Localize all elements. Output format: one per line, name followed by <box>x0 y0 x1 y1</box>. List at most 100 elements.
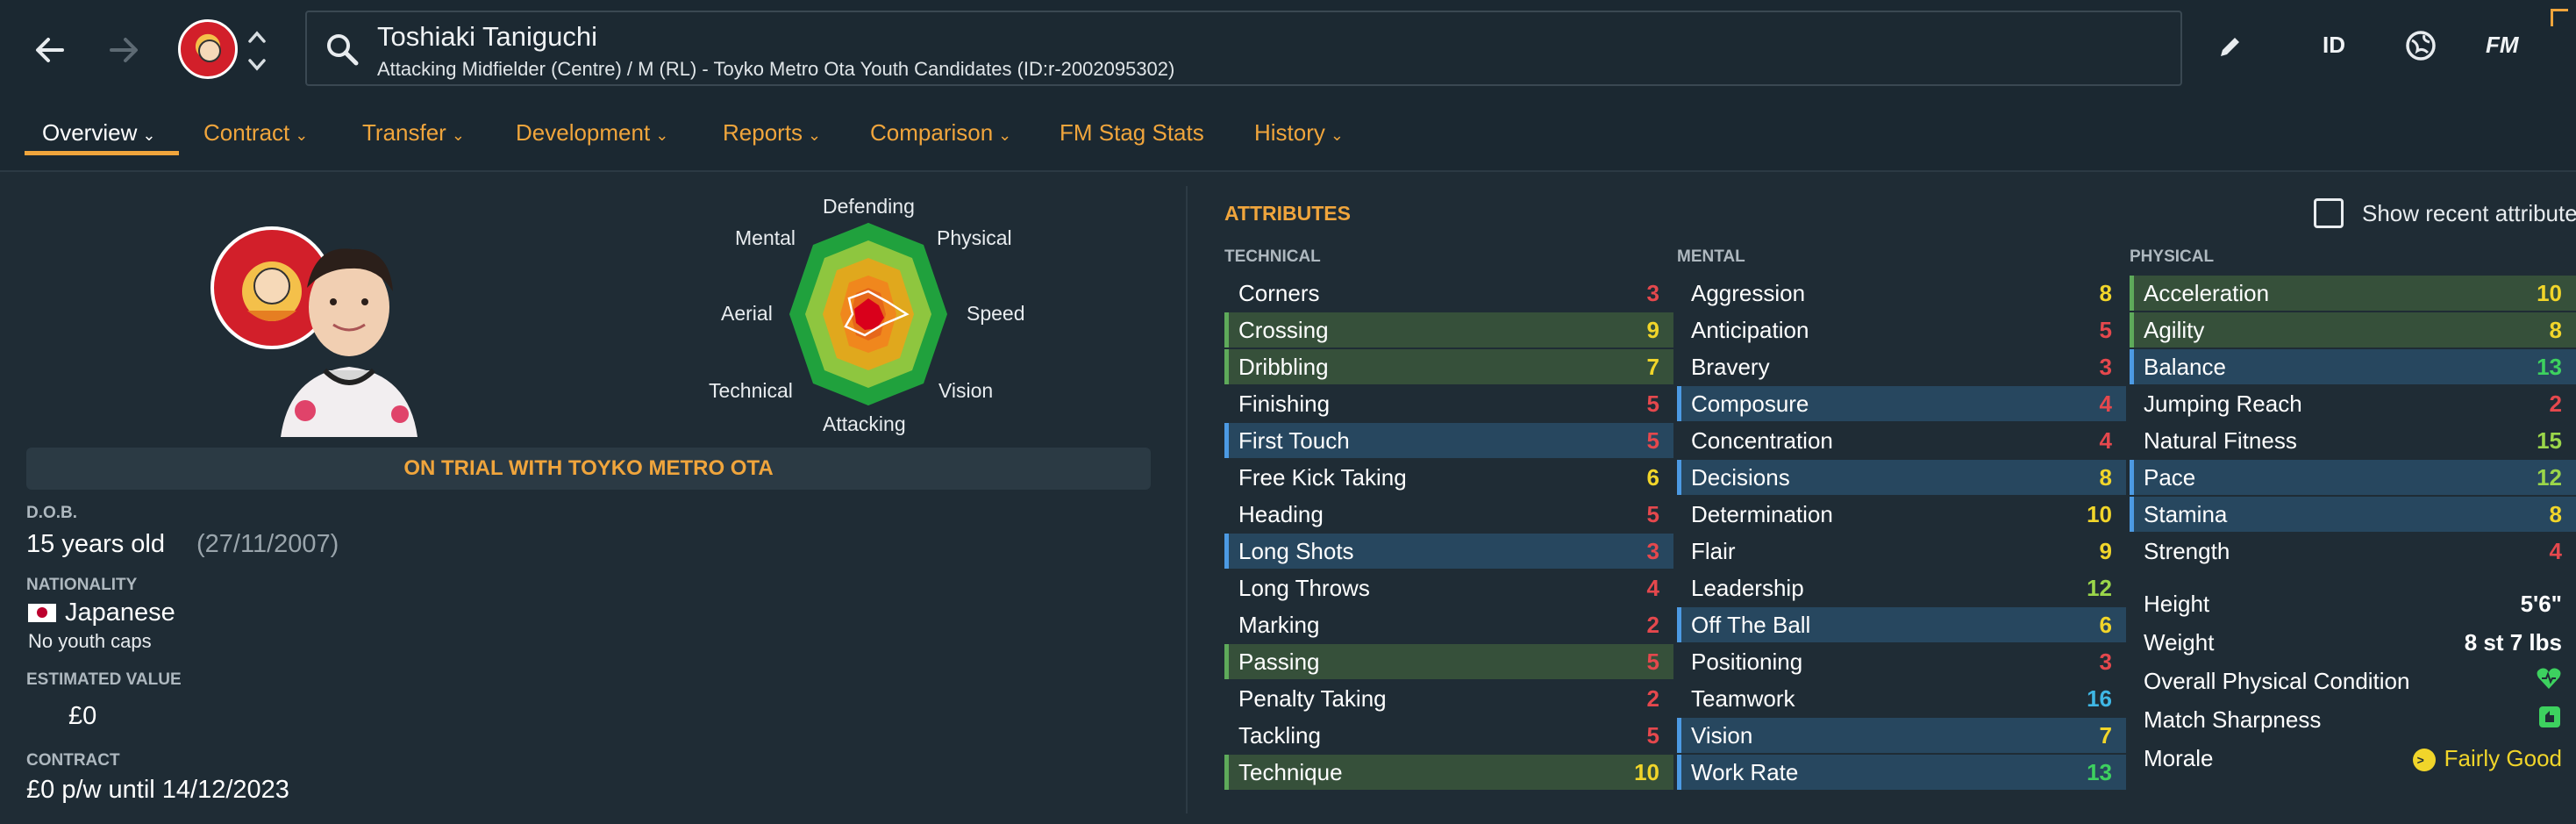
mental-attribute-row[interactable]: Vision 7 <box>1677 718 2126 753</box>
search-icon[interactable] <box>325 32 360 67</box>
mental-attribute-row[interactable]: Leadership 12 <box>1677 570 2126 605</box>
attribute-value: 16 <box>2087 684 2112 712</box>
technical-attribute-row[interactable]: Tackling 5 <box>1224 718 1673 753</box>
player-portrait <box>211 226 417 437</box>
mental-attribute-row[interactable]: Teamwork 16 <box>1677 681 2126 716</box>
attribute-value: 5 <box>1646 721 1659 749</box>
mental-attribute-row[interactable]: Positioning 3 <box>1677 644 2126 679</box>
mental-attribute-row[interactable]: Work Rate 13 <box>1677 755 2126 790</box>
tab-fm-stag-stats[interactable]: FM Stag Stats <box>1060 119 1204 147</box>
chevron-down-icon[interactable] <box>247 49 267 79</box>
physical-info-row: Height 5'6" <box>2130 586 2576 621</box>
nationality-value[interactable]: Japanese <box>65 598 175 627</box>
show-recent-attributes-label[interactable]: Show recent attributes <box>2362 200 2576 227</box>
heart-icon <box>2536 666 2562 697</box>
physical-attribute-row[interactable]: Jumping Reach 2 <box>2130 386 2576 421</box>
tab-comparison[interactable]: Comparison ⌄ <box>870 119 1011 147</box>
attribute-value: 5 <box>2099 316 2112 343</box>
attribute-value: 10 <box>1634 758 1659 785</box>
chevron-up-icon[interactable] <box>247 21 267 51</box>
physical-attribute-row[interactable]: Agility 8 <box>2130 312 2576 348</box>
physical-info-value: 5'6" <box>2520 590 2562 617</box>
technical-attribute-row[interactable]: Finishing 5 <box>1224 386 1673 421</box>
attribute-value: 5 <box>1646 426 1659 454</box>
attribute-name: Penalty Taking <box>1238 684 1387 712</box>
mental-attribute-row[interactable]: Flair 9 <box>1677 534 2126 569</box>
back-button[interactable] <box>19 19 81 81</box>
japan-flag-icon <box>28 604 56 622</box>
mental-attribute-row[interactable]: Concentration 4 <box>1677 423 2126 458</box>
attribute-name: Passing <box>1238 648 1320 675</box>
attribute-name: Decisions <box>1691 463 1790 491</box>
physical-attribute-row[interactable]: Acceleration 10 <box>2130 276 2576 311</box>
physical-header: PHYSICAL <box>2130 247 2215 266</box>
tab-development[interactable]: Development ⌄ <box>516 119 668 147</box>
attribute-value: 4 <box>2099 426 2112 454</box>
attribute-value: 4 <box>1646 574 1659 601</box>
radar-label-technical: Technical <box>709 379 793 402</box>
technical-attribute-row[interactable]: Penalty Taking 2 <box>1224 681 1673 716</box>
mental-attribute-row[interactable]: Decisions 8 <box>1677 460 2126 495</box>
id-button[interactable]: ID <box>2323 32 2345 59</box>
chevron-down-icon: ⌄ <box>808 126 822 144</box>
physical-attribute-row[interactable]: Strength 4 <box>2130 534 2576 569</box>
attribute-value: 12 <box>2087 574 2112 601</box>
attributes-title: ATTRIBUTES <box>1224 202 1351 225</box>
technical-attribute-row[interactable]: Heading 5 <box>1224 497 1673 532</box>
attribute-value: 6 <box>2099 611 2112 638</box>
radar-label-aerial: Aerial <box>721 302 773 325</box>
technical-attribute-row[interactable]: Crossing 9 <box>1224 312 1673 348</box>
globe-button[interactable] <box>2403 28 2438 68</box>
forward-button[interactable] <box>93 19 154 81</box>
attribute-value: 8 <box>2099 279 2112 306</box>
attribute-value: 2 <box>1646 611 1659 638</box>
attribute-name: Off The Ball <box>1691 611 1811 638</box>
mental-attribute-row[interactable]: Determination 10 <box>1677 497 2126 532</box>
show-recent-attributes-checkbox[interactable] <box>2314 198 2344 228</box>
fm-menu-button[interactable]: FM <box>2486 32 2519 59</box>
radar-label-physical: Physical <box>937 226 1012 249</box>
mental-attribute-row[interactable]: Off The Ball 6 <box>1677 607 2126 642</box>
technical-attribute-row[interactable]: Technique 10 <box>1224 755 1673 790</box>
mental-attribute-row[interactable]: Anticipation 5 <box>1677 312 2126 348</box>
attribute-name: Jumping Reach <box>2144 390 2302 417</box>
attribute-name: Agility <box>2144 316 2205 343</box>
technical-attribute-row[interactable]: Marking 2 <box>1224 607 1673 642</box>
tab-overview[interactable]: Overview ⌄ <box>42 119 155 147</box>
technical-attribute-row[interactable]: Passing 5 <box>1224 644 1673 679</box>
tab-reports[interactable]: Reports ⌄ <box>723 119 821 147</box>
technical-attribute-row[interactable]: Long Shots 3 <box>1224 534 1673 569</box>
technical-attribute-row[interactable]: Long Throws 4 <box>1224 570 1673 605</box>
attribute-name: Pace <box>2144 463 2196 491</box>
club-badge-icon[interactable] <box>178 19 238 79</box>
attribute-name: Leadership <box>1691 574 1804 601</box>
technical-attribute-row[interactable]: Dribbling 7 <box>1224 349 1673 384</box>
physical-info-row: Morale > Fairly Good <box>2130 741 2576 776</box>
panel-divider <box>1186 186 1188 813</box>
mental-attribute-row[interactable]: Bravery 3 <box>1677 349 2126 384</box>
tab-history[interactable]: History ⌄ <box>1254 119 1344 147</box>
mental-attribute-row[interactable]: Composure 4 <box>1677 386 2126 421</box>
attribute-name: Concentration <box>1691 426 1833 454</box>
technical-attribute-row[interactable]: First Touch 5 <box>1224 423 1673 458</box>
mental-attribute-row[interactable]: Aggression 8 <box>1677 276 2126 311</box>
physical-attribute-row[interactable]: Stamina 8 <box>2130 497 2576 532</box>
attribute-name: Teamwork <box>1691 684 1795 712</box>
edit-button[interactable] <box>2216 32 2245 66</box>
technical-attribute-row[interactable]: Corners 3 <box>1224 276 1673 311</box>
contract-value: £0 p/w until 14/12/2023 <box>26 776 289 804</box>
attribute-value: 13 <box>2087 758 2112 785</box>
physical-info-value: 8 st 7 lbs <box>2464 628 2562 656</box>
chevron-down-icon: ⌄ <box>1330 126 1344 144</box>
tab-contract[interactable]: Contract ⌄ <box>203 119 308 147</box>
physical-attribute-row[interactable]: Natural Fitness 15 <box>2130 423 2576 458</box>
attribute-value: 5 <box>1646 390 1659 417</box>
physical-attribute-row[interactable]: Balance 13 <box>2130 349 2576 384</box>
physical-attribute-row[interactable]: Pace 12 <box>2130 460 2576 495</box>
technical-attribute-row[interactable]: Free Kick Taking 6 <box>1224 460 1673 495</box>
technical-header: TECHNICAL <box>1224 247 1321 266</box>
player-search-bar[interactable]: Toshiaki Taniguchi Attacking Midfielder … <box>305 11 2182 86</box>
tab-transfer[interactable]: Transfer ⌄ <box>362 119 465 147</box>
physical-info-name: Overall Physical Condition <box>2144 667 2410 694</box>
chevron-down-icon: ⌄ <box>295 126 309 144</box>
